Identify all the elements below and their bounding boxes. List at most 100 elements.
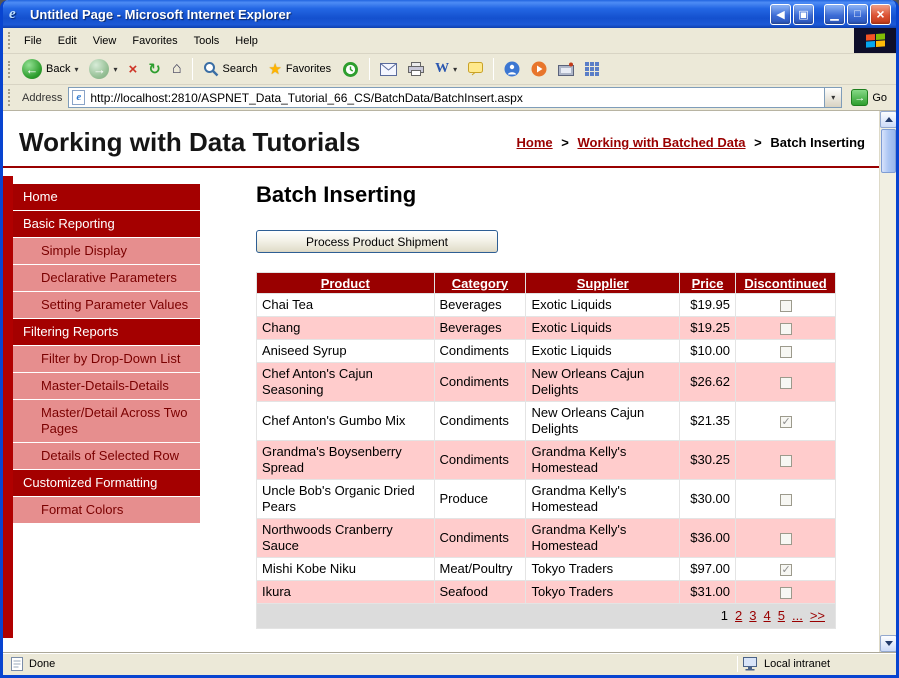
supplier-cell: Tokyo Traders xyxy=(526,558,680,581)
sort-link-discontinued[interactable]: Discontinued xyxy=(744,276,826,291)
back-button[interactable]: ← Back ▾ xyxy=(17,57,83,81)
mail-icon xyxy=(380,63,397,76)
scroll-down-button[interactable] xyxy=(880,635,897,652)
sidebar-item-filtering-reports[interactable]: Filtering Reports xyxy=(13,319,200,345)
breadcrumb-link-home[interactable]: Home xyxy=(517,135,553,150)
sort-link-price[interactable]: Price xyxy=(692,276,724,291)
discontinued-cell xyxy=(736,340,836,363)
table-row: Northwoods Cranberry SauceCondimentsGran… xyxy=(257,519,836,558)
product-cell: Ikura xyxy=(257,581,435,604)
sidebar-item-home[interactable]: Home xyxy=(13,184,200,210)
table-row: Grandma's Boysenberry SpreadCondimentsGr… xyxy=(257,441,836,480)
sidebar-item-filter-by-drop-down-list[interactable]: Filter by Drop-Down List xyxy=(13,346,200,372)
refresh-button[interactable]: ↻ xyxy=(143,58,166,80)
home-button[interactable]: ⌂ xyxy=(167,58,187,80)
edit-word-icon: W xyxy=(435,61,449,77)
menu-tools[interactable]: Tools xyxy=(186,31,228,51)
stop-button[interactable]: × xyxy=(124,59,143,80)
process-product-shipment-button[interactable]: Process Product Shipment xyxy=(256,230,498,253)
menu-help[interactable]: Help xyxy=(227,31,266,51)
category-cell: Beverages xyxy=(434,294,526,317)
close-button[interactable]: × xyxy=(870,4,891,25)
address-input[interactable]: e http://localhost:2810/ASPNET_Data_Tuto… xyxy=(68,87,842,108)
menu-favorites[interactable]: Favorites xyxy=(124,31,185,51)
sort-link-product[interactable]: Product xyxy=(321,276,370,291)
favorites-button[interactable]: ★ Favorites xyxy=(263,58,336,80)
go-button[interactable]: → Go xyxy=(848,88,890,107)
pager-page-3[interactable]: 3 xyxy=(749,608,756,623)
search-button[interactable]: Search xyxy=(198,59,263,79)
table-header-row: Product Category Supplier Price Discontinued xyxy=(257,273,836,294)
sidebar-item-simple-display[interactable]: Simple Display xyxy=(13,238,200,264)
supplier-cell: Exotic Liquids xyxy=(526,317,680,340)
back-icon: ← xyxy=(22,59,42,79)
vertical-scrollbar[interactable] xyxy=(879,111,896,652)
sidebar-item-customized-formatting[interactable]: Customized Formatting xyxy=(13,470,200,496)
pager-page-5[interactable]: 5 xyxy=(778,608,785,623)
address-grip-handle[interactable] xyxy=(8,89,11,106)
menu-file[interactable]: File xyxy=(16,31,50,51)
scrollbar-thumb[interactable] xyxy=(881,129,896,173)
price-cell: $21.35 xyxy=(680,402,736,441)
sidebar-item-declarative-parameters[interactable]: Declarative Parameters xyxy=(13,265,200,291)
menu-grip-handle[interactable] xyxy=(8,32,11,49)
toolbar-separator xyxy=(369,58,370,80)
discontinued-checkbox xyxy=(780,323,792,335)
titlebar-extra-button-1[interactable]: ◀ xyxy=(770,4,791,25)
sidebar-item-master-details-details[interactable]: Master-Details-Details xyxy=(13,373,200,399)
discontinued-checkbox xyxy=(780,564,792,576)
done-page-icon xyxy=(11,657,23,671)
menu-edit[interactable]: Edit xyxy=(50,31,85,51)
media-button[interactable] xyxy=(526,59,552,79)
sort-link-supplier[interactable]: Supplier xyxy=(577,276,629,291)
browser-window: e Untitled Page - Microsoft Internet Exp… xyxy=(0,0,899,678)
minimize-button[interactable]: ▁ xyxy=(824,4,845,25)
category-cell: Condiments xyxy=(434,519,526,558)
sidebar-item-master-detail-across-two-pages[interactable]: Master/Detail Across Two Pages xyxy=(13,400,200,442)
pager-page-4[interactable]: 4 xyxy=(764,608,771,623)
breadcrumb-link-section[interactable]: Working with Batched Data xyxy=(577,135,745,150)
print-icon xyxy=(408,62,424,76)
address-dropdown-button[interactable]: ▾ xyxy=(824,88,841,107)
address-url-text: http://localhost:2810/ASPNET_Data_Tutori… xyxy=(90,91,819,105)
category-cell: Condiments xyxy=(434,402,526,441)
pager-ellipsis[interactable]: ... xyxy=(792,608,803,623)
scroll-down-arrow-icon xyxy=(885,641,893,646)
product-cell: Aniseed Syrup xyxy=(257,340,435,363)
sidebar-item-setting-parameter-values[interactable]: Setting Parameter Values xyxy=(13,292,200,318)
messenger-button[interactable] xyxy=(499,59,525,79)
msn-button[interactable] xyxy=(553,60,579,78)
maximize-button[interactable]: □ xyxy=(847,4,868,25)
mail-button[interactable] xyxy=(375,61,402,78)
discontinued-checkbox xyxy=(780,587,792,599)
sort-link-category[interactable]: Category xyxy=(452,276,508,291)
menu-view[interactable]: View xyxy=(85,31,125,51)
scroll-up-button[interactable] xyxy=(880,111,897,128)
product-cell: Grandma's Boysenberry Spread xyxy=(257,441,435,480)
forward-button[interactable]: → ▾ xyxy=(84,57,122,81)
discuss-button[interactable] xyxy=(463,60,488,78)
supplier-cell: Grandma Kelly's Homestead xyxy=(526,441,680,480)
pager-page-current: 1 xyxy=(721,608,728,623)
supplier-cell: Exotic Liquids xyxy=(526,340,680,363)
sidebar-item-basic-reporting[interactable]: Basic Reporting xyxy=(13,211,200,237)
product-cell: Northwoods Cranberry Sauce xyxy=(257,519,435,558)
discontinued-checkbox xyxy=(780,416,792,428)
discontinued-cell xyxy=(736,558,836,581)
sidebar-item-format-colors[interactable]: Format Colors xyxy=(13,497,200,523)
history-button[interactable] xyxy=(337,59,364,80)
links-grid-button[interactable] xyxy=(580,60,604,78)
pager-next[interactable]: >> xyxy=(810,608,825,623)
links-grid-icon xyxy=(585,62,599,76)
edit-button[interactable]: W ▾ xyxy=(430,59,462,79)
page-favicon: e xyxy=(72,90,85,105)
toolbar-grip-handle[interactable] xyxy=(8,61,11,78)
discontinued-checkbox xyxy=(780,533,792,545)
column-header-discontinued: Discontinued xyxy=(736,273,836,294)
titlebar-extra-button-2[interactable]: ▣ xyxy=(793,4,814,25)
pager-page-2[interactable]: 2 xyxy=(735,608,742,623)
favorites-label: Favorites xyxy=(286,63,331,75)
discontinued-checkbox xyxy=(780,455,792,467)
sidebar-item-details-of-selected-row[interactable]: Details of Selected Row xyxy=(13,443,200,469)
print-button[interactable] xyxy=(403,60,429,78)
